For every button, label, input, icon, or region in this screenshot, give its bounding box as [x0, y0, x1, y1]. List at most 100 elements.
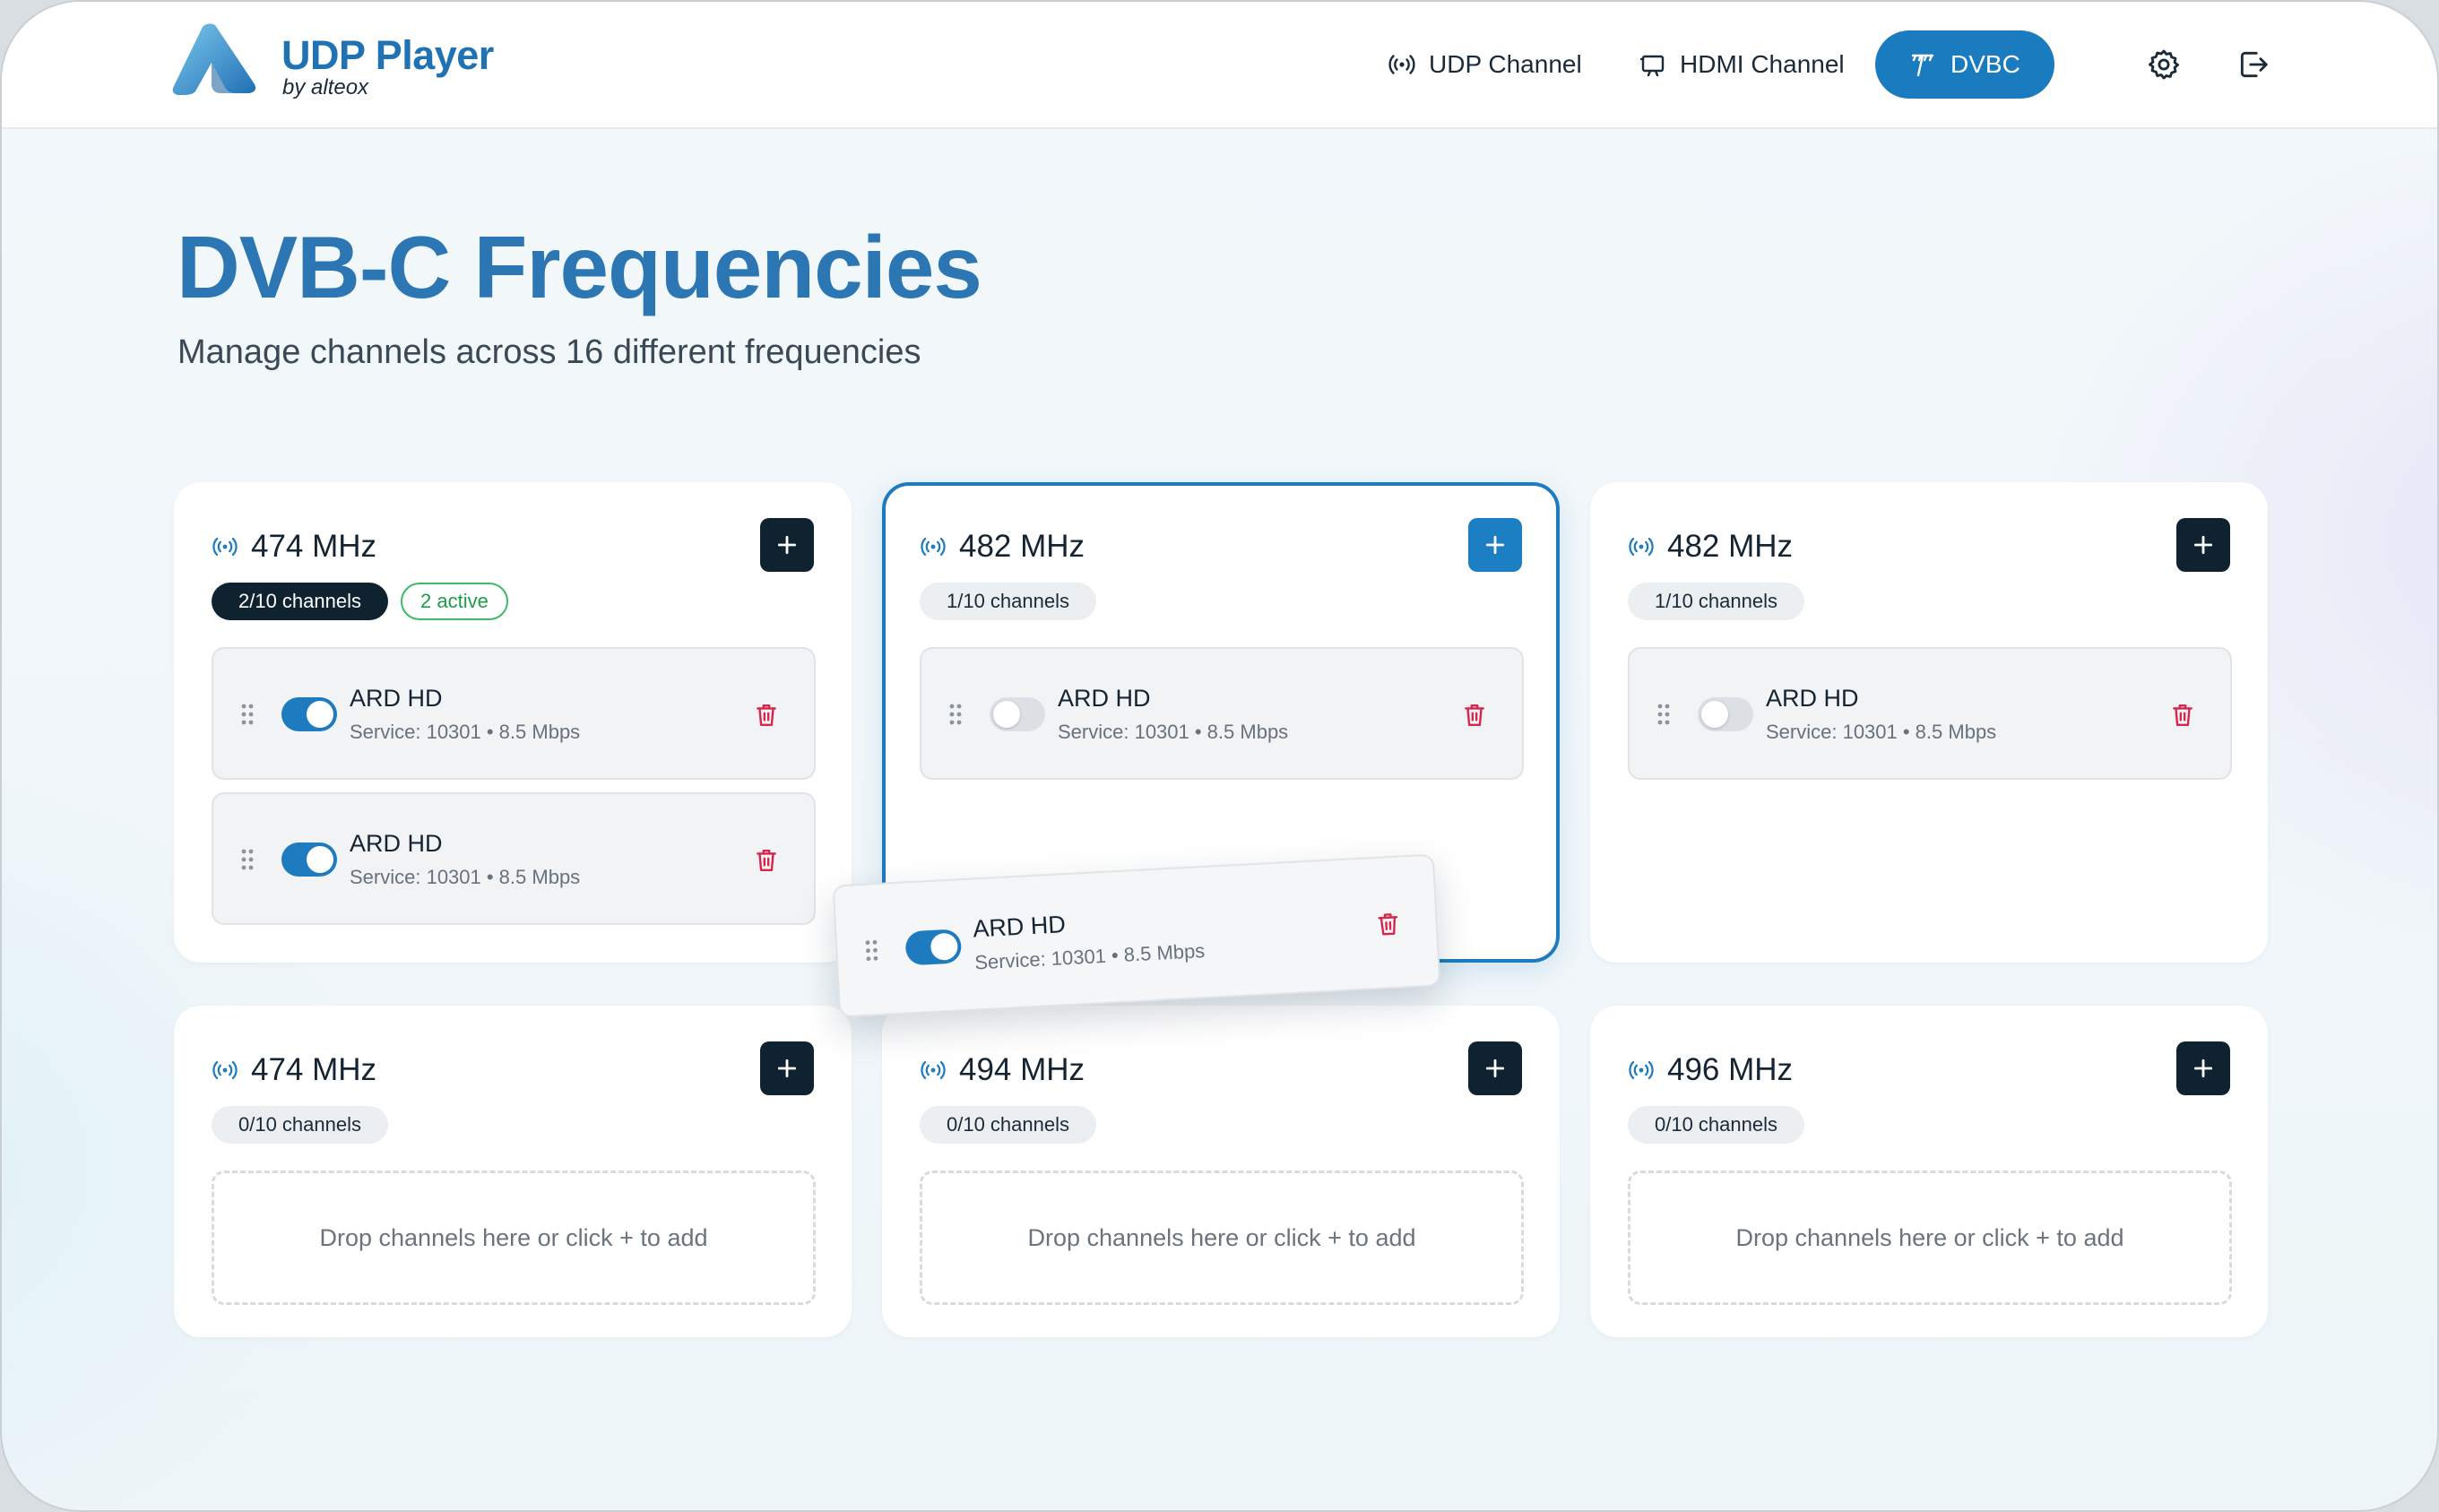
badge-row: 1/10 channels — [1628, 583, 1804, 620]
channel-dropzone[interactable]: Drop channels here or click + to add — [1628, 1171, 2232, 1305]
drag-handle-icon[interactable] — [864, 938, 879, 963]
nav-udp-label: UDP Channel — [1429, 50, 1582, 78]
settings-button[interactable] — [2142, 43, 2185, 86]
add-channel-button[interactable] — [760, 518, 814, 572]
channel-toggle[interactable] — [281, 842, 337, 877]
badge-row: 0/10 channels — [920, 1106, 1096, 1144]
channel-count-badge: 0/10 channels — [1628, 1106, 1804, 1144]
trash-icon[interactable] — [1463, 703, 1486, 728]
udp-player-logo[interactable] — [172, 22, 258, 97]
frequency-label: 496 MHz — [1667, 1052, 1794, 1087]
channel-meta: Service: 10301 • 8.5 Mbps — [973, 939, 1206, 974]
add-channel-button[interactable] — [1468, 1041, 1522, 1095]
channel-toggle[interactable] — [990, 697, 1045, 731]
add-channel-button[interactable] — [760, 1041, 814, 1095]
channel-item[interactable]: ARD HD Service: 10301 • 8.5 Mbps — [212, 647, 816, 780]
broadcast-icon — [212, 537, 238, 557]
channel-name: ARD HD — [350, 685, 443, 712]
channel-toggle[interactable] — [281, 697, 337, 731]
broadcast-icon — [1629, 537, 1654, 557]
broadcast-icon — [921, 1060, 946, 1080]
plus-icon — [1485, 1058, 1505, 1078]
nav-dvbc-label: DVBC — [1950, 50, 2020, 78]
frequency-header: 496 MHz — [1628, 1052, 1793, 1088]
trash-icon[interactable] — [2171, 703, 2194, 728]
frequency-label: 474 MHz — [251, 529, 377, 564]
trash-icon[interactable] — [1376, 912, 1400, 937]
frequency-card: 482 MHz 1/10 channels ARD HD Service: 10… — [1590, 482, 2268, 963]
broadcast-icon — [921, 537, 946, 557]
frequency-header: 482 MHz — [1628, 529, 1793, 565]
page-subtitle: Manage channels across 16 different freq… — [177, 333, 921, 371]
frequency-header: 494 MHz — [920, 1052, 1085, 1088]
frequency-card: 494 MHz 0/10 channels Drop channels here… — [882, 1006, 1560, 1337]
drag-handle-icon[interactable] — [240, 848, 255, 871]
tv-icon — [1639, 55, 1665, 77]
badge-row: 0/10 channels — [1628, 1106, 1804, 1144]
channel-meta: Service: 10301 • 8.5 Mbps — [350, 866, 581, 888]
app-window: UDP Player by alteox UDP Channel HDMI Ch… — [0, 0, 2439, 1512]
frequency-header: 474 MHz — [212, 529, 376, 565]
channel-name: ARD HD — [350, 830, 443, 857]
plus-icon — [2193, 535, 2213, 555]
channel-name: ARD HD — [1766, 685, 1859, 712]
channel-item[interactable]: ARD HD Service: 10301 • 8.5 Mbps — [1628, 647, 2232, 780]
broadcast-icon — [1388, 55, 1415, 74]
add-channel-button[interactable] — [2176, 1041, 2230, 1095]
plus-icon — [777, 1058, 797, 1078]
plus-icon — [777, 535, 797, 555]
plus-icon — [2193, 1058, 2213, 1078]
frequency-label: 474 MHz — [251, 1052, 377, 1087]
nav-hdmi-label: HDMI Channel — [1680, 50, 1845, 78]
nav-dvbc[interactable]: DVBC — [1875, 30, 2054, 99]
broadcast-icon — [212, 1060, 238, 1080]
channel-item[interactable]: ARD HD Service: 10301 • 8.5 Mbps — [920, 647, 1524, 780]
badge-row: 0/10 channels — [212, 1106, 388, 1144]
drag-handle-icon[interactable] — [948, 703, 963, 726]
broadcast-icon — [1629, 1060, 1654, 1080]
drag-handle-icon[interactable] — [1656, 703, 1671, 726]
add-channel-button[interactable] — [2176, 518, 2230, 572]
logout-button[interactable] — [2232, 43, 2275, 86]
frequency-label: 494 MHz — [959, 1052, 1085, 1087]
gear-icon — [2149, 49, 2179, 80]
channel-count-badge: 2/10 channels — [212, 583, 388, 620]
page-title: DVB-C Frequencies — [177, 218, 982, 316]
channel-count-badge: 1/10 channels — [920, 583, 1096, 620]
nav-udp-channel[interactable]: UDP Channel — [1388, 30, 1582, 99]
channel-name: ARD HD — [972, 911, 1067, 943]
add-channel-button[interactable] — [1468, 518, 1522, 572]
channel-meta: Service: 10301 • 8.5 Mbps — [1766, 721, 1997, 743]
plus-icon — [1485, 535, 1505, 555]
brand-subtitle: by alteox — [282, 75, 369, 99]
brand-title: UDP Player — [281, 32, 494, 78]
antenna-icon — [1911, 54, 1934, 77]
channel-dropzone[interactable]: Drop channels here or click + to add — [212, 1171, 816, 1305]
badge-row: 2/10 channels 2 active — [212, 583, 508, 620]
channel-toggle[interactable] — [1698, 697, 1753, 731]
active-badge: 2 active — [401, 583, 508, 620]
trash-icon[interactable] — [755, 848, 778, 873]
badge-row: 1/10 channels — [920, 583, 1096, 620]
drag-handle-icon[interactable] — [240, 703, 255, 726]
frequency-card: 474 MHz 0/10 channels Drop channels here… — [174, 1006, 852, 1337]
channel-count-badge: 1/10 channels — [1628, 583, 1804, 620]
channel-name: ARD HD — [1058, 685, 1151, 712]
frequency-label: 482 MHz — [959, 529, 1085, 564]
channel-dropzone[interactable]: Drop channels here or click + to add — [920, 1171, 1524, 1305]
channel-count-badge: 0/10 channels — [920, 1106, 1096, 1144]
frequency-header: 482 MHz — [920, 529, 1085, 565]
trash-icon[interactable] — [755, 703, 778, 728]
top-navigation-bar: UDP Player by alteox UDP Channel HDMI Ch… — [2, 2, 2437, 129]
frequency-header: 474 MHz — [212, 1052, 376, 1088]
frequency-card: 474 MHz 2/10 channels 2 active ARD HD Se… — [174, 482, 852, 963]
frequency-card: 496 MHz 0/10 channels Drop channels here… — [1590, 1006, 2268, 1337]
channel-meta: Service: 10301 • 8.5 Mbps — [350, 721, 581, 743]
channel-count-badge: 0/10 channels — [212, 1106, 388, 1144]
channel-meta: Service: 10301 • 8.5 Mbps — [1058, 721, 1289, 743]
nav-hdmi-channel[interactable]: HDMI Channel — [1639, 30, 1845, 99]
channel-item[interactable]: ARD HD Service: 10301 • 8.5 Mbps — [212, 792, 816, 925]
frequency-label: 482 MHz — [1667, 529, 1794, 564]
logout-icon — [2240, 51, 2268, 78]
channel-toggle[interactable] — [904, 929, 963, 966]
